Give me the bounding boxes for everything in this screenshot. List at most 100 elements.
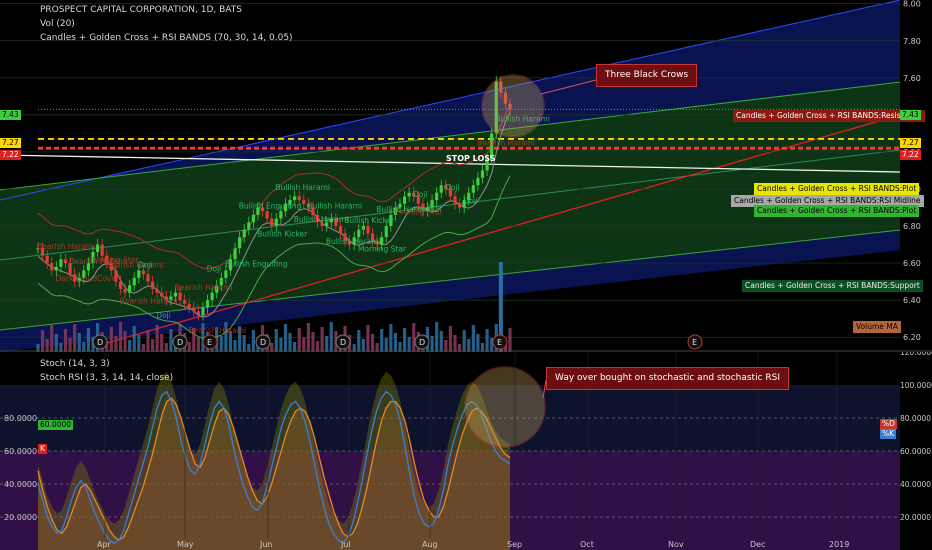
y-tick-label: 8.00 — [903, 0, 921, 9]
right-price-current: 7.43 — [900, 110, 921, 120]
volume-bar — [311, 332, 315, 352]
y-tick-label: 6.80 — [903, 222, 921, 231]
left-price-target: 7.27 — [0, 138, 21, 148]
right-price-stop: 7.22 — [900, 150, 921, 160]
price-pane[interactable]: 8.007.807.607.407.207.006.806.606.406.20… — [0, 0, 932, 352]
volume-bar — [384, 338, 388, 352]
volume-bar — [54, 334, 58, 352]
candle-pattern-label: Bullish Harami — [308, 201, 363, 210]
y-tick-label: 7.60 — [903, 74, 921, 83]
y-tick-label: 6.40 — [903, 296, 921, 305]
candle — [380, 237, 384, 245]
volume-bar — [73, 324, 77, 352]
volume-bar — [251, 330, 255, 352]
candle — [242, 229, 246, 238]
y-tick-label: 6.20 — [903, 333, 921, 342]
y-tick-label: 6.60 — [903, 259, 921, 268]
candle — [407, 192, 411, 197]
volume-bar — [435, 322, 439, 352]
volume-bar — [150, 339, 155, 352]
volume-bar — [357, 330, 361, 352]
volume-bar — [320, 327, 324, 352]
volume-bar — [407, 337, 411, 352]
volume-bar — [63, 329, 68, 352]
chart-title: PROSPECT CAPITAL CORPORATION, 1D, BATS — [40, 5, 242, 15]
candle-pattern-label: Doji — [138, 261, 153, 270]
stoch-right-tick: 60.0000 — [900, 447, 931, 456]
candle-pattern-label: Doji — [427, 204, 442, 213]
candle-pattern-label: Bullish Kicker — [257, 230, 308, 239]
candle — [238, 237, 242, 249]
candle — [302, 200, 306, 204]
volume-bar — [45, 339, 49, 352]
volume-bar — [453, 335, 457, 352]
candle-pattern-label: Doji — [445, 183, 460, 192]
candle-pattern-label: Doji — [156, 311, 171, 320]
volume-bar — [315, 341, 320, 352]
candle — [457, 203, 462, 208]
volume-bar — [393, 333, 398, 352]
volume-bar — [68, 338, 72, 352]
candle — [123, 289, 127, 293]
volume-bar — [109, 327, 113, 352]
event-marker-label: E — [497, 338, 502, 347]
stoch-left-tick: 40.0000 — [4, 480, 37, 489]
candle — [270, 218, 274, 227]
candle — [366, 226, 370, 234]
candle — [50, 263, 54, 271]
event-marker-label: D — [177, 338, 183, 347]
x-tick-label: Aug — [422, 540, 438, 549]
left-price-stop: 7.22 — [0, 150, 21, 160]
volume-bar — [476, 334, 480, 352]
volume-ma-tag: Volume MA — [853, 321, 901, 333]
plot-tag-green: Candles + Golden Cross + RSI BANDS:Plot — [754, 205, 920, 217]
stoch-k-left-tag: K — [38, 444, 47, 454]
candle — [279, 211, 283, 219]
event-marker-label: D — [260, 338, 266, 347]
candle-pattern-label: Doji — [207, 264, 222, 273]
candle — [178, 292, 182, 301]
candle-pattern-label: Bearish Harami — [477, 138, 535, 147]
stoch-left-tag: 60.0000 — [38, 420, 74, 430]
volume-bar — [274, 329, 278, 352]
x-tick-label: Nov — [668, 540, 684, 549]
candle-pattern-label: Doji — [463, 196, 478, 205]
volume-bar — [361, 339, 365, 352]
candle — [338, 226, 343, 234]
candle — [196, 311, 200, 315]
volume-bar — [242, 335, 246, 352]
volume-bar — [160, 334, 164, 352]
volume-bar — [302, 337, 306, 352]
candle — [146, 274, 150, 282]
volume-bar — [219, 336, 223, 352]
resistance-tag: Candles + Golden Cross + RSI BANDS:Resis… — [733, 110, 925, 122]
volume-bar — [462, 330, 466, 352]
candle — [233, 248, 237, 260]
candle-pattern-label: Bullish Harami — [294, 215, 349, 224]
candle — [293, 196, 297, 201]
candle — [187, 303, 191, 308]
candle — [251, 214, 255, 223]
candle — [297, 196, 301, 201]
volume-bar — [403, 328, 407, 352]
candle — [63, 259, 68, 264]
y-tick-label: 7.80 — [903, 37, 921, 46]
volume-bar — [430, 336, 434, 352]
candle — [435, 192, 439, 201]
stoch-right-tick: 100.0000 — [900, 381, 932, 390]
volume-bar — [448, 326, 453, 352]
stoch-k-right-tag: %K — [880, 429, 897, 439]
stoch-left-tick: 20.0000 — [4, 513, 37, 522]
right-price-target: 7.27 — [900, 138, 921, 148]
volume-bar — [366, 325, 370, 352]
volume-bar — [467, 339, 471, 352]
candle-pattern-label: Dark CloudCover — [55, 274, 119, 283]
volume-bar — [196, 337, 200, 352]
volume-bar — [485, 329, 489, 352]
candle — [476, 177, 480, 186]
volume-bar — [128, 340, 132, 352]
volume-bar — [233, 340, 237, 352]
x-tick-label: Apr — [97, 540, 112, 549]
candle — [132, 277, 136, 286]
volume-bar — [329, 322, 333, 352]
